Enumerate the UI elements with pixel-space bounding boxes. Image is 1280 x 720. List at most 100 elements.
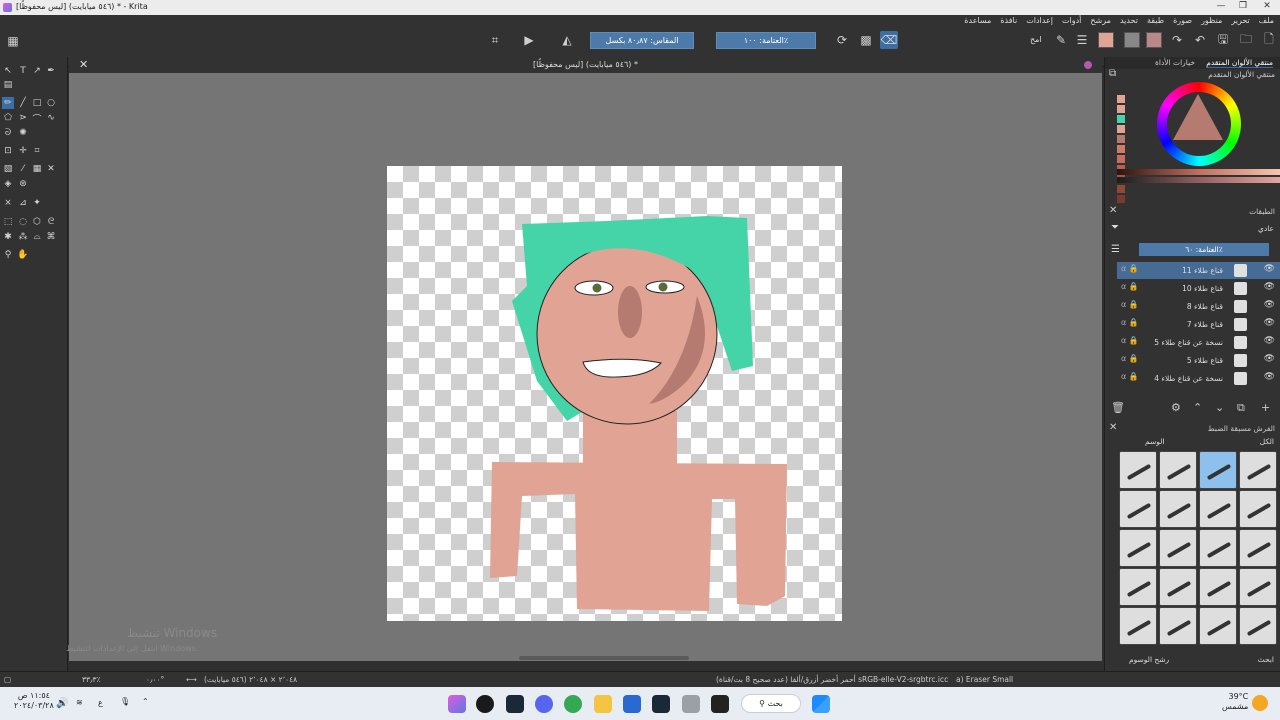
- multibrush-icon[interactable]: ✺: [17, 127, 29, 139]
- menu-help[interactable]: مساعدة: [964, 16, 991, 30]
- polygon-select-icon[interactable]: ⬡: [31, 216, 43, 228]
- eye-icon[interactable]: 👁: [1264, 264, 1275, 274]
- obs-taskbar-icon[interactable]: [476, 695, 494, 713]
- layer-row[interactable]: α 🔒 نسخة عن قناع طلاء 5 👁: [1117, 334, 1280, 351]
- layer-lock-icon[interactable]: α 🔒: [1121, 318, 1139, 327]
- eye-icon[interactable]: 👁: [1264, 354, 1275, 364]
- layer-row[interactable]: α 🔒 قناع طلاء 11 👁: [1117, 262, 1280, 279]
- brush-preset[interactable]: [1239, 451, 1277, 489]
- new-document-icon[interactable]: 🗋: [1260, 31, 1278, 49]
- foreground-color-swatch[interactable]: [1098, 32, 1114, 48]
- layer-row[interactable]: α 🔒 نسخة عن قناع طلاء 4 👁: [1117, 370, 1280, 387]
- document-tab[interactable]: ✕ [ليس محفوظًا] (٥٤٦ ميابايت) *: [69, 57, 1102, 73]
- eye-icon[interactable]: 👁: [1264, 318, 1275, 328]
- brush-preset[interactable]: [1119, 529, 1157, 567]
- brush-preset[interactable]: [1119, 607, 1157, 645]
- history-swatch[interactable]: [1117, 145, 1125, 153]
- assistant-tool-icon[interactable]: ⨯: [2, 197, 14, 209]
- menu-file[interactable]: ملف: [1259, 16, 1274, 30]
- explorer-taskbar-icon[interactable]: [594, 695, 612, 713]
- close-brushes-icon[interactable]: ✕: [1109, 422, 1117, 433]
- brush-preset-icon[interactable]: ✎: [1052, 31, 1070, 49]
- alpha-lock-icon[interactable]: ▩: [857, 31, 875, 49]
- brush-preset[interactable]: [1119, 451, 1157, 489]
- history-swatch[interactable]: [1117, 105, 1125, 113]
- close-document-icon[interactable]: ✕: [79, 57, 88, 73]
- history-swatch[interactable]: [1117, 95, 1125, 103]
- brush-preset[interactable]: [1239, 529, 1277, 567]
- eye-icon[interactable]: 👁: [1264, 282, 1275, 292]
- close-window-button[interactable]: ✕: [1256, 1, 1278, 14]
- history-swatch[interactable]: [1117, 125, 1125, 133]
- brush-preset[interactable]: [1159, 607, 1197, 645]
- eye-icon[interactable]: 👁: [1264, 372, 1275, 382]
- menu-select[interactable]: تحديد: [1120, 16, 1138, 30]
- brush-size-field[interactable]: المقاس: ٨٠٫٨٧ بكسل: [590, 32, 694, 49]
- weather-widget[interactable]: 39°C مشمس: [1222, 692, 1248, 712]
- tab-advanced-color[interactable]: منتقي الألوان المتقدم: [1206, 58, 1273, 68]
- layer-lock-icon[interactable]: α 🔒: [1121, 264, 1139, 273]
- brush-preset[interactable]: [1199, 568, 1237, 606]
- brush-preset[interactable]: [1199, 451, 1237, 489]
- move-layer-up-icon[interactable]: ⌃: [1193, 401, 1202, 414]
- freehand-path-icon[interactable]: ∿: [45, 112, 57, 124]
- layer-lock-icon[interactable]: α 🔒: [1121, 336, 1139, 345]
- save-icon[interactable]: 🖫: [1214, 31, 1232, 49]
- rectangle-tool-icon[interactable]: □: [31, 97, 43, 109]
- layer-properties-icon[interactable]: ⚙: [1171, 401, 1181, 414]
- eye-icon[interactable]: 👁: [1264, 336, 1275, 346]
- layers-menu-icon[interactable]: ☰: [1111, 244, 1120, 255]
- freehand-select-icon[interactable]: ᘓ: [45, 216, 57, 228]
- menu-tools[interactable]: أدوات: [1062, 16, 1081, 30]
- color-picker-icon[interactable]: ⁄: [17, 163, 29, 175]
- blend-mode-label[interactable]: امح: [1030, 35, 1042, 44]
- freehand-brush-icon[interactable]: ✏: [2, 97, 14, 109]
- layer-lock-icon[interactable]: α 🔒: [1121, 300, 1139, 309]
- polyline-tool-icon[interactable]: ⋗: [17, 112, 29, 124]
- layer-lock-icon[interactable]: α 🔒: [1121, 372, 1139, 381]
- brush-preset[interactable]: [1119, 490, 1157, 528]
- brush-preset[interactable]: [1159, 529, 1197, 567]
- fill-tool-icon[interactable]: ◈: [2, 178, 14, 190]
- brush-tag-select[interactable]: الوسم: [1145, 437, 1165, 446]
- mirror-icon[interactable]: ◭: [558, 31, 576, 49]
- color-wheel[interactable]: [1157, 82, 1241, 166]
- smart-patch-icon[interactable]: ✕: [45, 163, 57, 175]
- select-shapes-icon[interactable]: ↖: [2, 65, 14, 77]
- brush-preset[interactable]: [1239, 490, 1277, 528]
- gradient-fill-icon[interactable]: ▧: [2, 163, 14, 175]
- store-taskbar-icon[interactable]: [623, 695, 641, 713]
- layer-row[interactable]: α 🔒 قناع طلاء 5 👁: [1117, 352, 1280, 369]
- bezier-select-icon[interactable]: ⌓: [31, 231, 43, 243]
- close-layers-icon[interactable]: ✕: [1109, 205, 1117, 216]
- brush-search-label[interactable]: ابحث: [1258, 655, 1274, 664]
- steam-taskbar-icon[interactable]: [506, 695, 524, 713]
- eraser-mode-icon[interactable]: ⌫: [880, 31, 898, 49]
- opacity-field[interactable]: العتامة: ١٠٠٪: [716, 32, 816, 49]
- zoom-tool-icon[interactable]: ⚲: [2, 249, 14, 261]
- contiguous-select-icon[interactable]: ✱: [2, 231, 14, 243]
- brush-tag-filter-label[interactable]: رشح الوسوم: [1129, 655, 1169, 664]
- tab-tool-options[interactable]: خيارات الأداة: [1155, 58, 1195, 67]
- menu-settings[interactable]: إعدادات: [1026, 16, 1053, 30]
- speaker-icon[interactable]: 🔊: [56, 698, 68, 709]
- shade-slider-2[interactable]: [1117, 177, 1280, 183]
- terminal-taskbar-icon[interactable]: [711, 695, 729, 713]
- brush-preset[interactable]: [1239, 607, 1277, 645]
- polygon-tool-icon[interactable]: ⬠: [2, 112, 14, 124]
- blend-mode-select[interactable]: عادي: [1258, 224, 1274, 233]
- menu-filter[interactable]: مرشح: [1090, 16, 1111, 30]
- edit-shapes-icon[interactable]: ↗: [31, 65, 43, 77]
- layer-row[interactable]: α 🔒 قناع طلاء 10 👁: [1117, 280, 1280, 297]
- dynamic-brush-icon[interactable]: ᘐ: [2, 127, 14, 139]
- pattern-swatch[interactable]: [1146, 32, 1162, 48]
- brush-preset[interactable]: [1119, 568, 1157, 606]
- layer-lock-icon[interactable]: α 🔒: [1121, 354, 1139, 363]
- rotation-level[interactable]: ٠٫٠٠°: [146, 675, 164, 684]
- move-layer-down-icon[interactable]: ⌄: [1215, 401, 1224, 414]
- eye-icon[interactable]: 👁: [1264, 300, 1275, 310]
- krita-taskbar-icon[interactable]: [448, 695, 466, 713]
- add-layer-icon[interactable]: +: [1261, 401, 1270, 414]
- brush-preset[interactable]: [1199, 490, 1237, 528]
- zoom-level[interactable]: ٣٣٫٣٪: [82, 675, 101, 684]
